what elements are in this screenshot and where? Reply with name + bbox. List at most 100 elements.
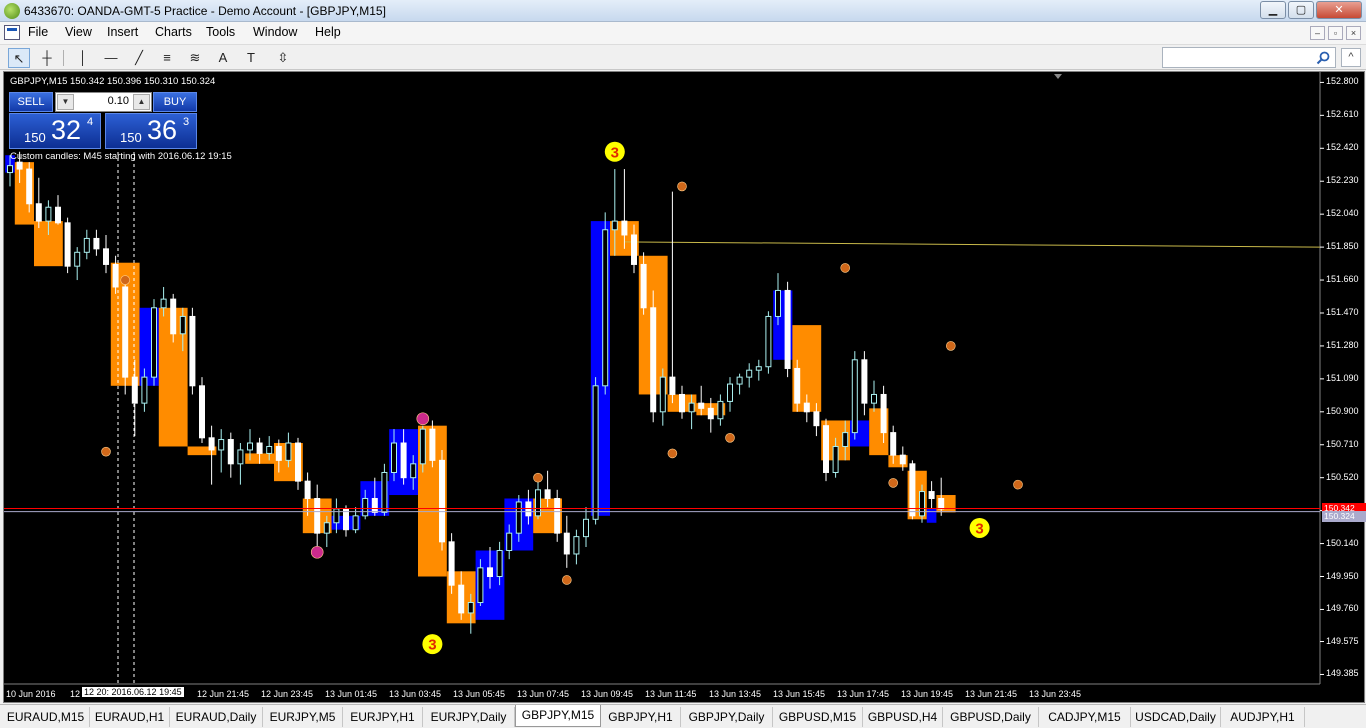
tab-eurjpy-m5[interactable]: EURJPY,M5: [263, 707, 343, 727]
horizontal-line-icon[interactable]: —: [100, 48, 122, 68]
tab-euraud-h1[interactable]: EURAUD,H1: [90, 707, 170, 727]
menu-help[interactable]: Help: [315, 25, 341, 39]
tab-gbpjpy-h1[interactable]: GBPJPY,H1: [601, 707, 681, 727]
child-close-button[interactable]: ×: [1346, 26, 1361, 40]
candle-body: [919, 491, 925, 517]
candle-body: [755, 366, 762, 371]
child-restore-button[interactable]: ▫: [1328, 26, 1343, 40]
crosshair-icon[interactable]: ┼: [36, 48, 58, 68]
tab-euraud-daily[interactable]: EURAUD,Daily: [170, 707, 263, 727]
candle-body: [698, 402, 705, 409]
trendline-icon[interactable]: ╱: [128, 48, 150, 68]
chart-tabs: EURAUD,M15 EURAUD,H1 EURAUD,Daily EURJPY,M5…: [0, 704, 1366, 728]
menu-charts[interactable]: Charts: [155, 25, 192, 39]
tab-eurjpy-h1[interactable]: EURJPY,H1: [343, 707, 423, 727]
price-tick-label: 150.520: [1326, 471, 1359, 482]
pivot-marker: [561, 575, 572, 585]
cursor-icon[interactable]: ↖: [8, 48, 30, 68]
vertical-line-icon[interactable]: │: [72, 48, 94, 68]
time-tick-label: 13 Jun 17:45: [837, 689, 890, 699]
candle-body: [45, 206, 52, 222]
menu-tools[interactable]: Tools: [206, 25, 235, 39]
label-icon[interactable]: T: [240, 48, 262, 68]
sell-price-prefix: 150: [24, 130, 46, 145]
minimize-button[interactable]: ▁: [1260, 1, 1286, 19]
menu-window[interactable]: Window: [253, 25, 297, 39]
candle-body: [314, 497, 321, 534]
sell-price-box[interactable]: 150 32 4: [9, 113, 101, 149]
pivot-marker: [101, 446, 111, 457]
tab-cadjpy-m15[interactable]: CADJPY,M15: [1039, 707, 1131, 727]
price-chart[interactable]: 3 3 3 GBPJPY,M15 150.342 150.396 150.310 1…: [3, 71, 1366, 703]
chart-window-icon[interactable]: [4, 25, 20, 40]
tab-audjpy-h1[interactable]: AUDJPY,H1: [1221, 707, 1305, 727]
lot-size-stepper[interactable]: ▼ 0.10 ▲: [55, 92, 152, 112]
lot-size-value[interactable]: 0.10: [76, 95, 129, 107]
lot-increase-icon[interactable]: ▲: [133, 94, 150, 110]
tab-gbpusd-daily[interactable]: GBPUSD,Daily: [943, 707, 1039, 727]
candle-body: [602, 229, 609, 387]
price-tick-label: 151.090: [1326, 372, 1359, 383]
buy-price-box[interactable]: 150 36 3: [105, 113, 197, 149]
candle-body: [938, 497, 945, 510]
price-tick-label: 149.385: [1326, 668, 1359, 679]
menu-file[interactable]: File: [28, 25, 48, 39]
pivot-marker: [1013, 479, 1023, 490]
tab-euraud-m15[interactable]: EURAUD,M15: [2, 707, 90, 727]
text-icon[interactable]: A: [212, 48, 234, 68]
candle-body: [381, 471, 388, 513]
candle-body: [83, 237, 90, 253]
price-tick-label: 152.610: [1326, 109, 1359, 120]
maximize-button[interactable]: ▢: [1288, 1, 1314, 19]
tab-usdcad-daily[interactable]: USDCAD,Daily: [1131, 707, 1221, 727]
menu-insert[interactable]: Insert: [107, 25, 138, 39]
lot-decrease-icon[interactable]: ▼: [57, 94, 74, 110]
sell-price-pips: 32: [51, 115, 82, 145]
candle-body: [736, 376, 743, 385]
price-tick-label: 152.800: [1326, 76, 1359, 87]
fibonacci-icon[interactable]: ≋: [184, 48, 206, 68]
tab-gbpusd-m15[interactable]: GBPUSD,M15: [773, 707, 863, 727]
candle-body: [218, 439, 225, 451]
channel-icon[interactable]: ≡: [156, 48, 178, 68]
candle-body: [410, 463, 417, 479]
tab-gbpjpy-m15[interactable]: GBPJPY,M15: [515, 705, 601, 727]
time-tick-label: 13 Jun 23:45: [1029, 689, 1082, 699]
price-tick-label: 152.230: [1326, 175, 1359, 186]
candle-body: [659, 376, 666, 413]
candle-body: [285, 442, 292, 461]
time-tick-label: 13 Jun 07:45: [517, 689, 570, 699]
time-tick-label: 10 Jun 2016: [6, 689, 56, 699]
tab-gbpusd-h4[interactable]: GBPUSD,H4: [863, 707, 943, 727]
tab-eurjpy-daily[interactable]: EURJPY,Daily: [423, 707, 515, 727]
pivot-marker: [677, 181, 687, 192]
collapse-toolbar-button[interactable]: ^: [1341, 48, 1361, 67]
one-click-trading-panel: SELL ▼ 0.10 ▲ BUY 150 32 4 150 36 3: [9, 92, 197, 150]
candle-body: [794, 367, 801, 404]
candle-body: [928, 491, 935, 499]
window-title: 6433670: OANDA-GMT-5 Practice - Demo Acc…: [24, 4, 386, 18]
search-icon[interactable]: [1315, 50, 1331, 66]
sell-button[interactable]: SELL: [9, 92, 53, 112]
price-tick-label: 150.900: [1326, 405, 1359, 416]
candle-body: [295, 442, 301, 482]
menu-view[interactable]: View: [65, 25, 92, 39]
candle-body: [688, 402, 695, 413]
candle-body: [247, 442, 253, 451]
child-minimize-button[interactable]: –: [1310, 26, 1325, 40]
close-button[interactable]: ✕: [1316, 1, 1362, 19]
price-tick-label: 149.760: [1326, 603, 1359, 614]
pivot-marker: [120, 275, 130, 285]
search-input[interactable]: [1162, 47, 1336, 68]
menu-bar: File View Insert Charts Tools Window Hel…: [0, 22, 1366, 44]
arrows-icon[interactable]: ⇳: [268, 48, 298, 68]
candlestick-plot[interactable]: 3 3 3: [4, 72, 1364, 702]
candle-body: [55, 206, 61, 224]
candle-body: [141, 376, 148, 404]
tab-gbpjpy-daily[interactable]: GBPJPY,Daily: [681, 707, 773, 727]
buy-button[interactable]: BUY: [153, 92, 197, 112]
sell-price-fraction: 4: [87, 116, 94, 128]
wave-label: 3: [975, 520, 983, 537]
time-tick-label: 13 Jun 03:45: [389, 689, 442, 699]
time-tick-label: 13 Jun 09:45: [581, 689, 634, 699]
